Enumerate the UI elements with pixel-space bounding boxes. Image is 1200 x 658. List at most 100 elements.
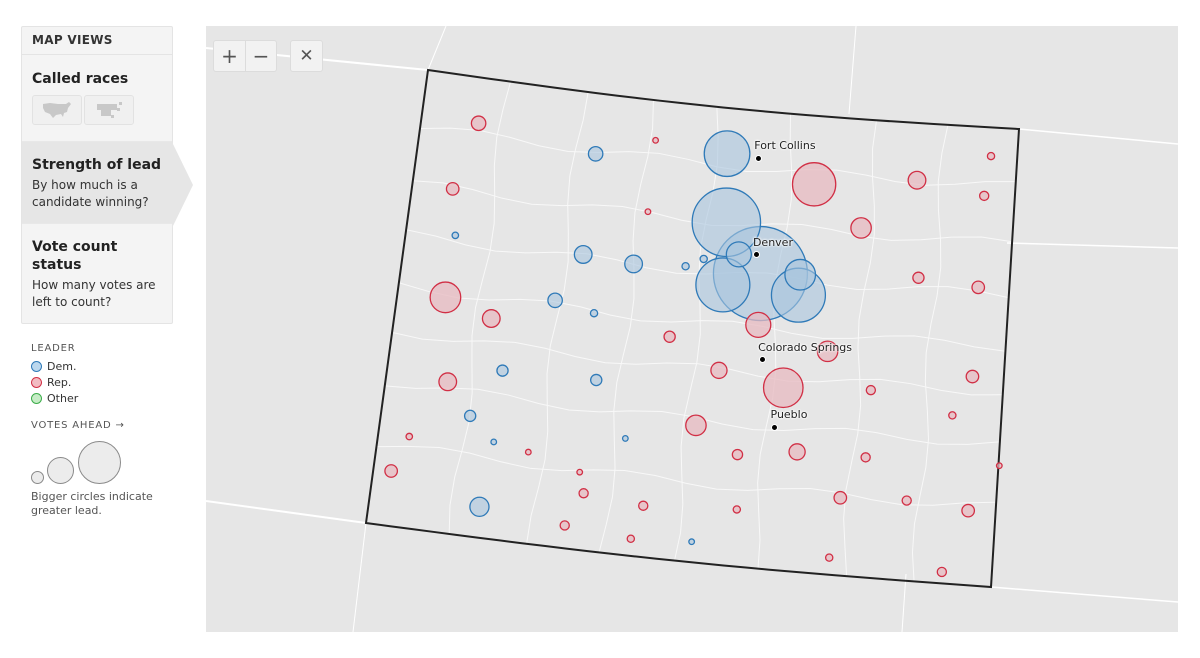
county-lead-circle-rep[interactable] [578, 488, 589, 499]
us-map-thumbnail[interactable] [32, 95, 82, 125]
county-lead-circle-rep[interactable] [638, 500, 649, 511]
county-lead-circle-rep[interactable] [576, 468, 584, 476]
reset-controls: ✕ [290, 40, 323, 72]
county-lead-circle-dem[interactable] [573, 245, 593, 264]
border-arizona [206, 500, 367, 524]
county-lead-circle-rep[interactable] [788, 443, 806, 461]
county-lead-circle-dem[interactable] [451, 231, 460, 240]
county-lead-circle-rep[interactable] [912, 271, 925, 284]
county-line [448, 81, 512, 534]
zoom-out-button[interactable]: − [245, 41, 276, 71]
county-lead-circle-rep[interactable] [644, 208, 652, 216]
leader-legend-title: LEADER [31, 343, 76, 354]
county-lead-circle-rep[interactable] [948, 411, 957, 420]
votes-ahead-legend-title: VOTES AHEAD → [31, 420, 125, 431]
county-line [384, 385, 1000, 445]
county-lead-circle-rep[interactable] [907, 170, 927, 190]
county-lead-circle-rep[interactable] [850, 217, 872, 239]
county-lead-circle-rep[interactable] [470, 115, 487, 132]
county-lead-circle-rep[interactable] [833, 490, 848, 505]
view-description: By how much is a candidate winning? [32, 178, 149, 209]
county-lead-circle-rep[interactable] [936, 566, 948, 578]
county-lead-circle-dem[interactable] [703, 130, 751, 178]
county-lead-circle-rep[interactable] [965, 369, 980, 384]
county-lead-circle-dem[interactable] [463, 409, 477, 423]
border-nebraska [1018, 128, 1178, 145]
map-canvas[interactable]: Fort Collins Denver Colorado Springs Pueblo… [206, 26, 1178, 632]
county-lead-circle-rep[interactable] [732, 505, 742, 514]
city-label: Fort Collins [754, 139, 816, 153]
border-az-nm [352, 522, 367, 632]
city-marker-icon [771, 423, 778, 431]
county-lead-circle-rep[interactable] [995, 462, 1003, 470]
zoom-in-button[interactable]: + [214, 41, 245, 71]
county-lead-circle-dem[interactable] [547, 292, 563, 309]
view-strength-of-lead[interactable]: Strength of lead By how much is a candid… [22, 142, 193, 228]
county-lead-circle-rep[interactable] [559, 520, 570, 531]
county-lead-circle-rep[interactable] [663, 330, 676, 343]
county-lead-circle-rep[interactable] [626, 534, 636, 544]
county-lead-circle-rep[interactable] [481, 309, 501, 328]
county-lead-circle-rep[interactable] [961, 503, 976, 518]
county-lead-circle-rep[interactable] [860, 452, 871, 463]
county-lead-circle-rep[interactable] [429, 281, 462, 314]
county-lead-circle-dem[interactable] [469, 496, 490, 517]
county-lead-circle-dem[interactable] [688, 538, 696, 546]
county-lead-circle-rep[interactable] [685, 414, 707, 437]
county-line [376, 445, 996, 506]
county-lead-circle-rep[interactable] [524, 448, 532, 456]
county-lead-circle-rep[interactable] [438, 372, 458, 392]
county-line [526, 91, 589, 544]
county-lead-circle-rep[interactable] [384, 464, 399, 478]
county-lead-circle-rep[interactable] [978, 190, 990, 202]
size-large-icon [78, 441, 121, 484]
city-marker-icon [754, 154, 762, 162]
county-lead-circle-dem[interactable] [784, 258, 817, 291]
county-lead-circle-dem[interactable] [587, 145, 604, 162]
county-lead-circle-dem[interactable] [590, 373, 603, 387]
rep-swatch-icon [31, 376, 42, 388]
size-legend-note: Bigger circles indicate greater lead. [31, 490, 153, 517]
city-label: Denver [752, 235, 793, 249]
reset-map-button[interactable]: ✕ [291, 41, 322, 71]
county-lead-circle-rep[interactable] [731, 448, 744, 461]
county-lead-circle-rep[interactable] [865, 384, 877, 396]
legend-item-dem: Dem. [31, 358, 181, 374]
legend-label: Other [47, 391, 79, 405]
county-lead-circle-dem[interactable] [490, 438, 498, 446]
city-label: Colorado Springs [758, 340, 853, 354]
county-lead-circle-dem[interactable] [589, 308, 599, 318]
county-lead-circle-dem[interactable] [699, 254, 708, 264]
us-cartogram-thumbnail[interactable] [84, 95, 134, 125]
view-title: Called races [32, 71, 129, 87]
map-views-header: MAP VIEWS [22, 27, 172, 55]
county-lead-circle-rep[interactable] [762, 367, 804, 409]
county-lead-circle-rep[interactable] [791, 162, 837, 207]
county-lead-circle-rep[interactable] [971, 280, 986, 295]
county-lead-circle-dem[interactable] [496, 364, 509, 377]
zoom-controls: + − [213, 40, 277, 72]
county-lead-circle-dem[interactable] [725, 241, 752, 268]
map-views-box: MAP VIEWS Called races Strength of lead … [21, 26, 193, 324]
county-lead-circle-dem[interactable] [621, 434, 629, 442]
county-lead-circle-dem[interactable] [624, 254, 644, 274]
county-lead-circle-rep[interactable] [652, 136, 660, 144]
lead-circles [384, 115, 1003, 578]
county-lead-circle-rep[interactable] [824, 553, 834, 562]
border-nm-ok [901, 573, 907, 632]
view-vote-count-status[interactable]: Vote count status How many votes are lef… [22, 224, 172, 323]
border-wyoming-nebraska [848, 26, 857, 115]
view-called-races[interactable]: Called races [22, 55, 172, 142]
legend-item-other: Other [31, 390, 181, 406]
view-description: How many votes are left to count? [32, 278, 156, 309]
county-lead-circle-rep[interactable] [901, 495, 912, 506]
county-lead-circle-dem[interactable] [681, 261, 690, 271]
county-lead-circle-rep[interactable] [986, 151, 996, 161]
border-idaho-wyoming [427, 26, 447, 71]
county-lead-circle-rep[interactable] [445, 181, 460, 196]
county-lead-circle-rep[interactable] [710, 361, 728, 380]
county-lead-circle-dem[interactable] [691, 187, 762, 258]
county-line [911, 124, 949, 582]
county-lead-circle-rep[interactable] [745, 311, 772, 338]
county-lead-circle-rep[interactable] [405, 432, 414, 441]
